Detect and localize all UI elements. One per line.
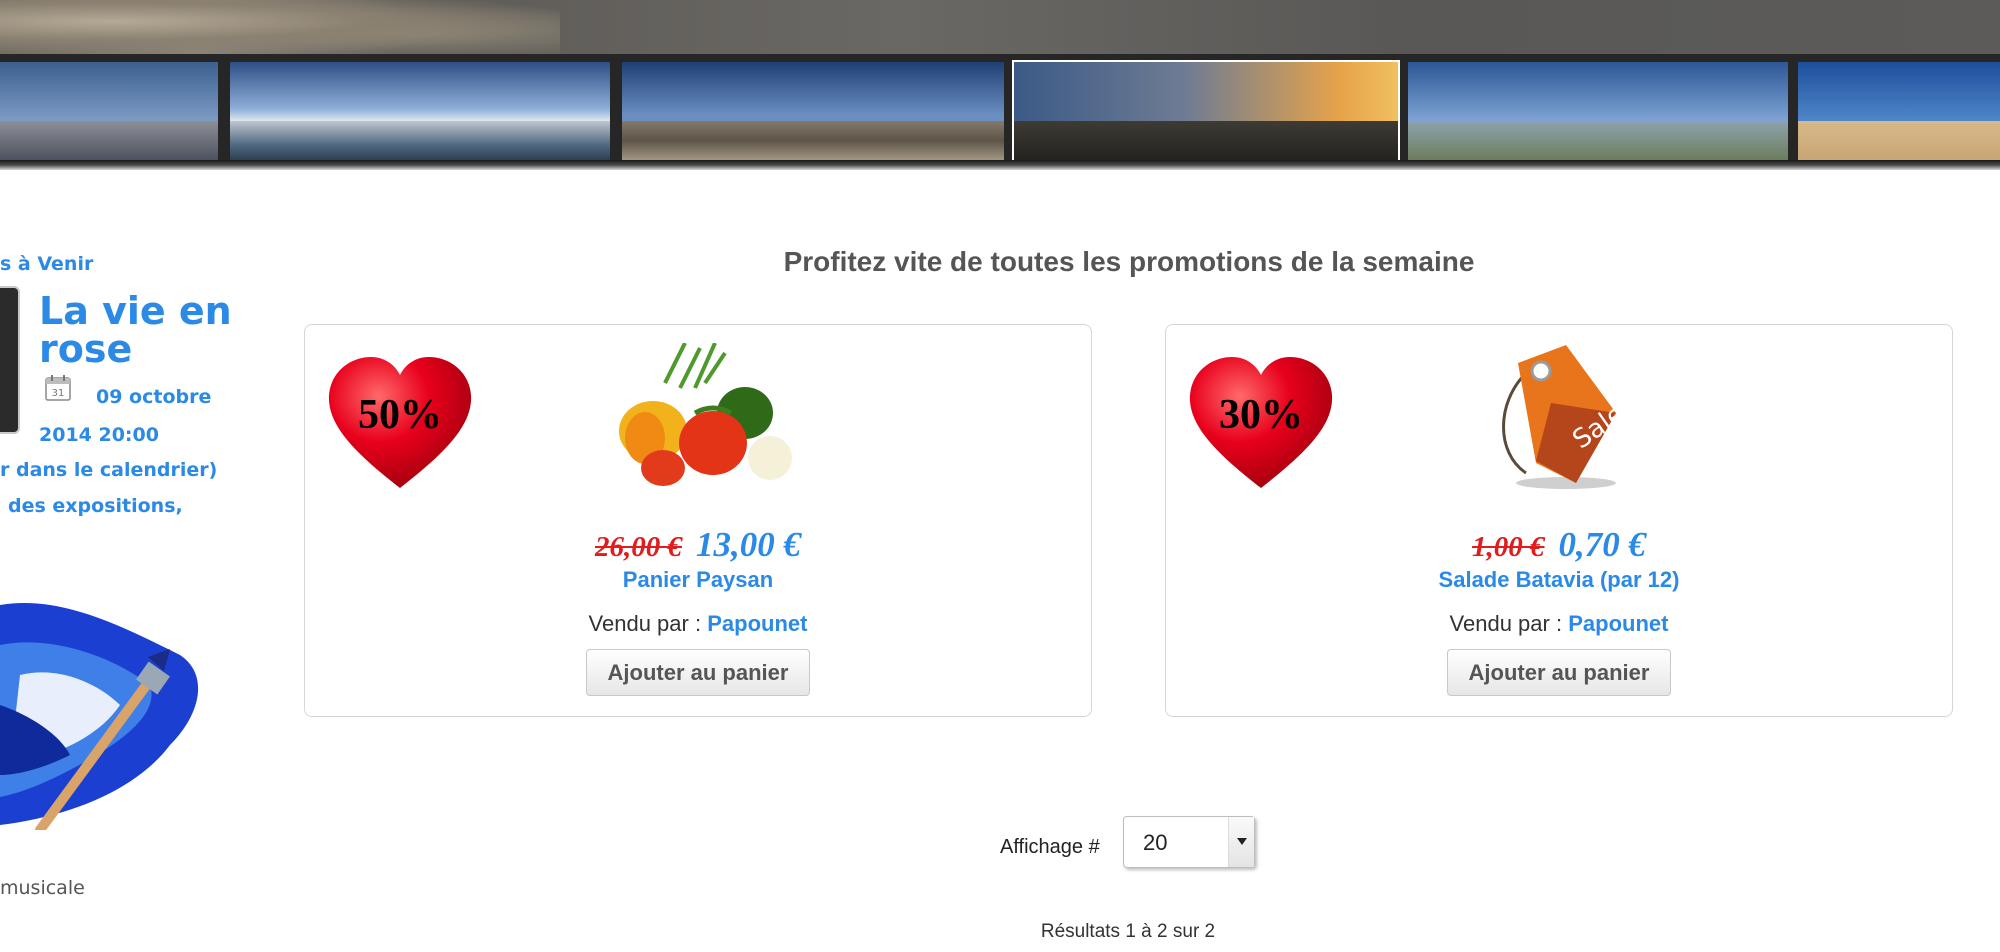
display-count-value: 20 — [1143, 830, 1168, 855]
gallery-thumb-harbour[interactable] — [230, 62, 610, 160]
display-count-label: Affichage # — [1000, 836, 1100, 858]
gallery-strip-edge — [0, 160, 2000, 170]
vegetables-image[interactable] — [605, 343, 805, 493]
painting-image — [0, 603, 199, 830]
product-name-link[interactable]: Panier Paysan — [305, 567, 1091, 593]
vendor-link[interactable]: Papounet — [1568, 611, 1668, 636]
gallery-thumb-town[interactable] — [622, 62, 1004, 160]
old-price: 26,00 € — [595, 531, 682, 563]
discount-label: 30% — [1219, 392, 1303, 438]
gallery-thumb-port[interactable] — [0, 62, 218, 160]
promotions-heading: Profitez vite de toutes les promotions d… — [783, 246, 1475, 277]
gallery-thumb-beach[interactable] — [1798, 62, 2000, 160]
event-thumbnail[interactable] — [0, 286, 20, 434]
old-price: 1,00 € — [1472, 531, 1545, 563]
upcoming-events-heading: s à Venir — [0, 253, 94, 275]
dropdown-button[interactable] — [1228, 817, 1254, 867]
add-to-cart-button[interactable]: Ajouter au panier — [1447, 649, 1671, 696]
gallery-thumb-sunset[interactable] — [1012, 60, 1400, 162]
product-card: 30% Sale 1,00 € 0,70 € Salade Batavia (p… — [1165, 324, 1953, 717]
results-count: Résultats 1 à 2 sur 2 — [1040, 921, 1216, 942]
add-to-cart-button[interactable]: Ajouter au panier — [586, 649, 810, 696]
new-price: 13,00 € — [696, 525, 801, 564]
vendor-line: Vendu par : Papounet — [1166, 611, 1952, 637]
product-name-link[interactable]: Salade Batavia (par 12) — [1166, 567, 1952, 593]
sale-tag-image[interactable]: Sale — [1456, 343, 1656, 493]
discount-label: 50% — [358, 392, 442, 438]
chevron-down-icon — [1237, 838, 1247, 845]
gallery-strip — [0, 54, 2000, 170]
price-block: 26,00 € 13,00 € — [305, 525, 1091, 565]
display-count-select[interactable]: 20 — [1123, 816, 1255, 868]
vendor-label: Vendu par : — [1449, 611, 1563, 636]
musical-text: musicale — [0, 877, 85, 899]
event-date: 09 octobre 2014 20:00 — [39, 386, 212, 446]
discount-heart-badge: 30% — [1186, 353, 1344, 503]
discount-heart-badge: 50% — [325, 353, 483, 503]
price-block: 1,00 € 0,70 € — [1166, 525, 1952, 565]
gallery-thumb-fishing-huts[interactable] — [1408, 62, 1788, 160]
new-price: 0,70 € — [1558, 525, 1647, 564]
vendor-link[interactable]: Papounet — [707, 611, 807, 636]
vendor-line: Vendu par : Papounet — [305, 611, 1091, 637]
event-title-link[interactable]: La vie en rose — [39, 292, 239, 368]
event-description: des expositions, — [8, 495, 183, 517]
header-banner-image — [0, 0, 2000, 54]
product-card: 50% 26,00 € 13,00 € Panier Paysan Vendu … — [304, 324, 1092, 717]
add-to-calendar-link[interactable]: r dans le calendrier) — [0, 459, 217, 481]
vendor-label: Vendu par : — [588, 611, 702, 636]
